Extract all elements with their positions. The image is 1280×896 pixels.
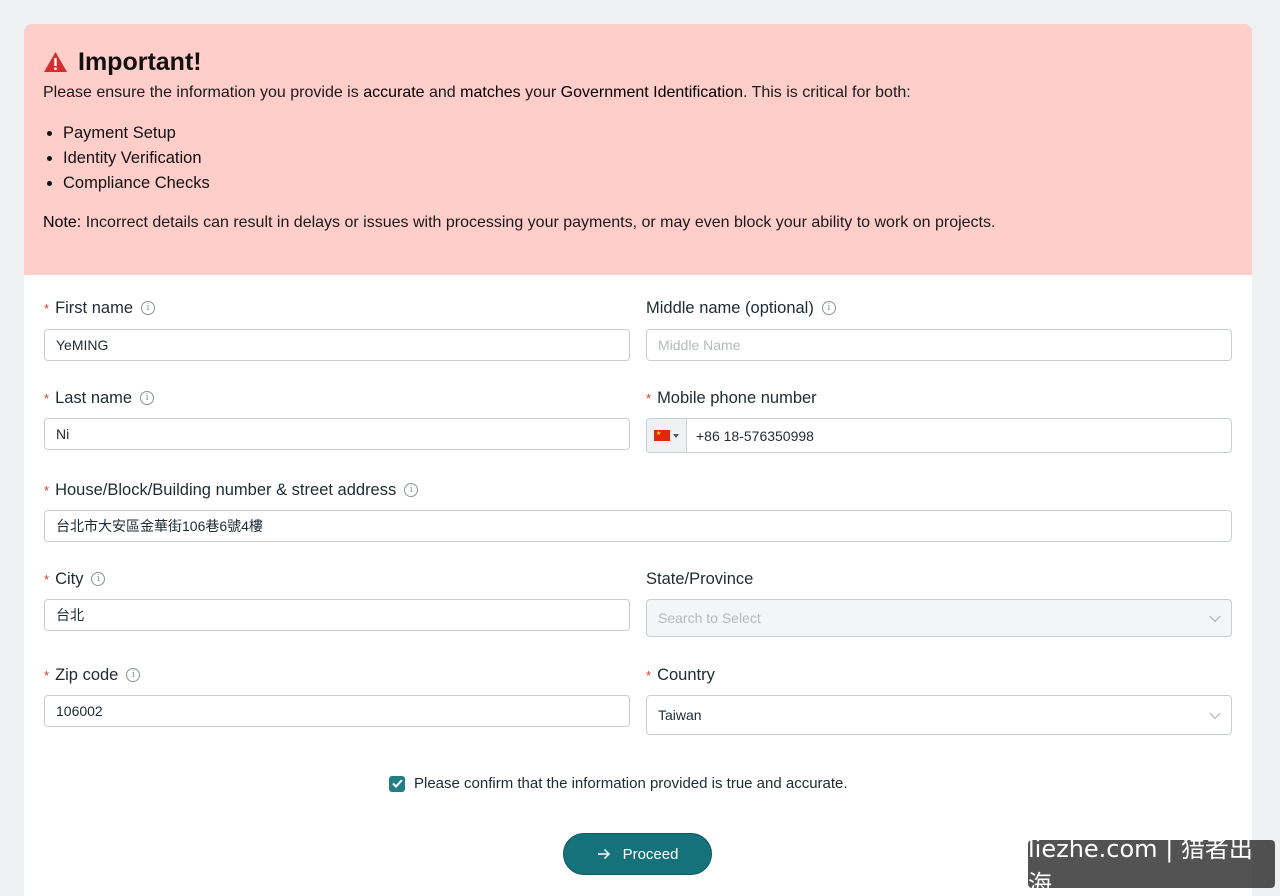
- bullet-item: Payment Setup: [63, 121, 1233, 146]
- watermark: liezhe.com | 猎者出海: [1028, 835, 1275, 896]
- country-value: Taiwan: [658, 707, 702, 723]
- china-flag-icon: [654, 430, 670, 441]
- info-icon[interactable]: i: [126, 668, 141, 682]
- last-name-input[interactable]: Ni: [44, 418, 630, 450]
- zip-label: Zip code: [55, 665, 119, 684]
- first-name-input[interactable]: YeMING: [44, 329, 630, 361]
- caret-down-icon: [673, 433, 679, 438]
- info-icon[interactable]: i: [91, 572, 106, 586]
- first-name-field: * First name i YeMING: [44, 297, 630, 361]
- bullet-item: Identity Verification: [63, 146, 1233, 171]
- check-icon: [391, 779, 403, 788]
- confirm-checkbox[interactable]: [389, 775, 405, 792]
- important-alert: Important! Please ensure the information…: [24, 24, 1252, 275]
- state-field: State/Province Search to Select: [646, 568, 1232, 637]
- info-icon[interactable]: i: [141, 301, 155, 315]
- country-field: * Country Taiwan: [646, 664, 1232, 735]
- zip-input[interactable]: 106002: [44, 695, 630, 727]
- personal-info-form: * First name i YeMING Middle name (optiona…: [24, 275, 1252, 875]
- bullet-item: Compliance Checks: [63, 171, 1233, 196]
- mobile-phone-field: *Mobile phone number +86 18-576350998: [646, 387, 1232, 453]
- country-label: Country: [657, 665, 715, 684]
- alert-header: Important!: [43, 46, 1233, 78]
- info-icon[interactable]: i: [821, 301, 836, 315]
- last-name-label: Last name: [55, 388, 133, 407]
- confirm-label: Please confirm that the information prov…: [414, 775, 848, 792]
- proceed-label: Proceed: [622, 845, 679, 863]
- middle-name-input[interactable]: Middle Name: [646, 329, 1232, 361]
- confirm-row: Please confirm that the information prov…: [389, 775, 848, 792]
- alert-note: Note: Incorrect details can result in de…: [43, 214, 996, 231]
- country-code-selector[interactable]: [647, 419, 687, 452]
- zip-field: * Zip code i 106002: [44, 664, 630, 727]
- chevron-down-icon: [1209, 707, 1221, 720]
- proceed-button[interactable]: Proceed: [563, 833, 712, 875]
- info-icon[interactable]: i: [140, 391, 155, 405]
- state-placeholder: Search to Select: [658, 610, 761, 626]
- mobile-phone-input[interactable]: +86 18-576350998: [646, 418, 1232, 453]
- city-field: * City i 台北: [44, 568, 630, 631]
- warning-icon: [44, 52, 67, 72]
- mobile-phone-label: Mobile phone number: [657, 388, 817, 407]
- address-label: House/Block/Building number & street add…: [55, 480, 397, 499]
- form-card: Important! Please ensure the information…: [24, 24, 1252, 896]
- note-label: Note:: [43, 214, 82, 231]
- phone-value: +86 18-576350998: [696, 427, 814, 444]
- chevron-down-icon: [1209, 610, 1221, 623]
- first-name-label: First name: [55, 298, 133, 317]
- city-label: City: [55, 569, 84, 588]
- country-select[interactable]: Taiwan: [646, 695, 1232, 735]
- alert-intro: Please ensure the information you provid…: [43, 84, 911, 101]
- address-input[interactable]: 台北市大安區金華街106巷6號4樓: [44, 510, 1232, 542]
- city-input[interactable]: 台北: [44, 599, 630, 631]
- arrow-right-icon: [597, 848, 610, 860]
- info-icon[interactable]: i: [404, 483, 419, 497]
- middle-name-field: Middle name (optional) i Middle Name: [646, 297, 1232, 361]
- alert-title: Important!: [78, 47, 202, 76]
- middle-name-label: Middle name (optional): [646, 298, 814, 317]
- state-label: State/Province: [646, 569, 754, 588]
- alert-bullets: Payment Setup Identity Verification Comp…: [63, 121, 1233, 196]
- state-select[interactable]: Search to Select: [646, 599, 1232, 637]
- address-field: * House/Block/Building number & street ad…: [44, 479, 1232, 542]
- last-name-field: * Last name i Ni: [44, 387, 630, 450]
